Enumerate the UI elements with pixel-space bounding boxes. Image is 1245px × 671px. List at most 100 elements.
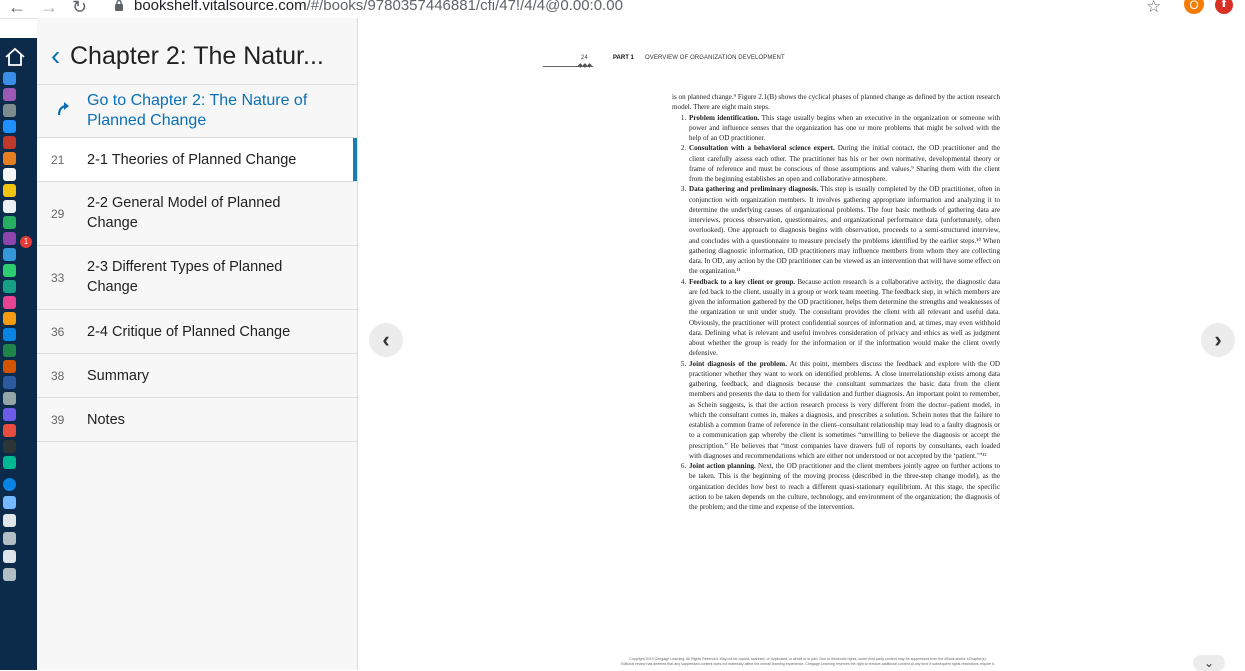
toc-item-notes[interactable]: 39 Notes bbox=[37, 398, 357, 442]
terminal-icon[interactable] bbox=[3, 440, 16, 453]
mail-icon[interactable] bbox=[3, 136, 16, 149]
step-body: Because action research is a collaborati… bbox=[689, 277, 1000, 358]
back-chevron-icon[interactable]: ‹ bbox=[51, 36, 60, 76]
maps-icon[interactable] bbox=[3, 216, 16, 229]
page-number: 24 bbox=[581, 55, 588, 61]
facetime-icon[interactable] bbox=[3, 264, 16, 277]
reader-pane: ‹ › 24 ◆◆◆ PART 1 OVERVIEW OF ORGANIZATI… bbox=[358, 18, 1245, 671]
part-label: PART 1 bbox=[613, 55, 634, 61]
calendar-icon[interactable] bbox=[3, 168, 16, 181]
stack-icon[interactable] bbox=[3, 550, 16, 563]
step-title: Problem identification. bbox=[689, 113, 760, 122]
copyright-line: Editorial review has deemed that any sup… bbox=[621, 662, 995, 666]
curved-arrow-icon bbox=[57, 102, 69, 116]
step-title: Data gathering and preliminary diagnosis… bbox=[689, 185, 819, 194]
word-icon[interactable] bbox=[3, 376, 16, 389]
documents-folder-icon[interactable] bbox=[3, 514, 16, 527]
toc-label: 2-4 Critique of Planned Change bbox=[87, 324, 291, 340]
contacts-icon[interactable] bbox=[3, 152, 16, 165]
list-item: Problem identification. This stage usual… bbox=[688, 113, 1000, 144]
notification-badge: 1 bbox=[20, 236, 32, 248]
previous-page-button[interactable]: ‹ bbox=[369, 323, 403, 357]
toc-label: 2-1 Theories of Planned Change bbox=[87, 152, 297, 168]
app-store-icon[interactable] bbox=[3, 328, 16, 341]
list-item: Joint action planning. Next, the OD prac… bbox=[688, 461, 1000, 512]
toc-item-critique[interactable]: 36 2-4 Critique of Planned Change bbox=[37, 310, 357, 354]
trash-icon[interactable] bbox=[3, 568, 16, 581]
sidebar-header: ‹ Chapter 2: The Natur... bbox=[37, 36, 357, 85]
forward-arrow-icon[interactable]: → bbox=[40, 0, 58, 16]
back-arrow-icon[interactable]: ← bbox=[8, 0, 26, 16]
toc-sidebar: ‹ Chapter 2: The Natur... Go to Chapter … bbox=[37, 18, 358, 670]
safari-icon[interactable] bbox=[3, 120, 16, 133]
list-item: Joint diagnosis of the problem. At this … bbox=[688, 359, 1000, 462]
utility-app-icon[interactable] bbox=[3, 456, 16, 469]
toc-item-theories[interactable]: 21 2-1 Theories of Planned Change bbox=[37, 138, 357, 182]
address-bar[interactable]: bookshelf.vitalsource.com/#/books/978035… bbox=[134, 0, 623, 14]
home-icon[interactable] bbox=[4, 46, 26, 68]
chevron-left-icon: ‹ bbox=[382, 327, 390, 352]
step-body: At this point, members discuss the feedb… bbox=[689, 359, 1000, 460]
toc-list: 21 2-1 Theories of Planned Change 29 2-2… bbox=[37, 138, 357, 442]
page-body: is on planned change.⁹ Figure 2.1(B) sho… bbox=[672, 92, 1000, 512]
starred-app-icon[interactable] bbox=[3, 408, 16, 421]
excel-icon[interactable] bbox=[3, 344, 16, 357]
chapter-title: Chapter 2: The Natur... bbox=[70, 42, 324, 70]
numbers-icon[interactable] bbox=[3, 280, 16, 293]
app-icon[interactable] bbox=[3, 478, 16, 491]
step-title: Consultation with a behavioral science e… bbox=[689, 144, 835, 153]
toc-label: 2-2 General Model of Planned Change bbox=[87, 195, 281, 231]
intro-paragraph: is on planned change.⁹ Figure 2.1(B) sho… bbox=[672, 93, 1000, 112]
toc-item-types[interactable]: 33 2-3 Different Types of Planned Change bbox=[37, 246, 357, 310]
toc-label: Summary bbox=[87, 368, 150, 384]
toc-page-number: 33 bbox=[51, 271, 65, 285]
ornament-icon: ◆◆◆ bbox=[578, 63, 592, 69]
step-title: Joint action planning. bbox=[689, 462, 756, 470]
books-icon[interactable] bbox=[3, 312, 16, 325]
toc-label: 2-3 Different Types of Planned Change bbox=[87, 259, 283, 295]
step-title: Joint diagnosis of the problem. bbox=[689, 359, 787, 368]
reload-icon[interactable]: ↻ bbox=[72, 0, 87, 16]
messages-icon[interactable] bbox=[3, 248, 16, 261]
powerpoint-icon[interactable] bbox=[3, 360, 16, 373]
toc-page-number: 36 bbox=[51, 325, 65, 339]
photos-icon[interactable] bbox=[3, 232, 16, 245]
music-icon[interactable] bbox=[3, 296, 16, 309]
copyright-footer: Copyright 2019 Cengage Learning. All Rig… bbox=[598, 657, 1018, 667]
notes-icon[interactable] bbox=[3, 184, 16, 197]
page-header: 24 ◆◆◆ PART 1 OVERVIEW OF ORGANIZATION D… bbox=[543, 55, 1143, 69]
toc-item-general-model[interactable]: 29 2-2 General Model of Planned Change bbox=[37, 182, 357, 246]
system-preferences-icon[interactable] bbox=[3, 392, 16, 405]
scroll-down-button[interactable]: ⌄ bbox=[1193, 655, 1225, 671]
toc-item-summary[interactable]: 38 Summary bbox=[37, 354, 357, 398]
next-page-button[interactable]: › bbox=[1201, 323, 1235, 357]
profile-extension-icon[interactable]: O bbox=[1184, 0, 1204, 14]
go-to-chapter-label: Go to Chapter 2: The Nature of Planned C… bbox=[87, 92, 308, 129]
toc-label: Notes bbox=[87, 412, 125, 428]
toc-page-number: 29 bbox=[51, 207, 65, 221]
list-item: Data gathering and preliminary diagnosis… bbox=[688, 184, 1000, 276]
chevron-down-icon: ⌄ bbox=[1203, 656, 1215, 670]
chevron-right-icon: › bbox=[1214, 327, 1222, 352]
toc-page-number: 21 bbox=[51, 153, 65, 167]
part-title: OVERVIEW OF ORGANIZATION DEVELOPMENT bbox=[645, 55, 785, 61]
list-item: Consultation with a behavioral science e… bbox=[688, 143, 1000, 184]
update-extension-icon[interactable]: ⬆ bbox=[1215, 0, 1233, 14]
reminders-icon[interactable] bbox=[3, 200, 16, 213]
launchpad-icon[interactable] bbox=[3, 104, 16, 117]
finder-icon[interactable] bbox=[3, 72, 16, 85]
os-dock: 1 bbox=[0, 38, 37, 670]
window-icon[interactable] bbox=[3, 532, 16, 545]
toc-page-number: 38 bbox=[51, 369, 65, 383]
go-to-chapter-link[interactable]: Go to Chapter 2: The Nature of Planned C… bbox=[37, 85, 357, 138]
list-item: Feedback to a key client or group. Becau… bbox=[688, 277, 1000, 359]
lock-icon bbox=[115, 0, 123, 11]
siri-icon[interactable] bbox=[3, 88, 16, 101]
url-path: /#/books/9780357446881/cfi/47!/4/4@0.00:… bbox=[306, 0, 623, 14]
bookmark-star-icon[interactable]: ☆ bbox=[1146, 0, 1161, 17]
step-body: This step is usually completed by the OD… bbox=[689, 185, 1000, 276]
url-host: bookshelf.vitalsource.com bbox=[134, 0, 307, 14]
browser-toolbar: ← → ↻ bookshelf.vitalsource.com/#/books/… bbox=[0, 0, 1245, 19]
downloads-folder-icon[interactable] bbox=[3, 496, 16, 509]
chrome-icon[interactable] bbox=[3, 424, 16, 437]
